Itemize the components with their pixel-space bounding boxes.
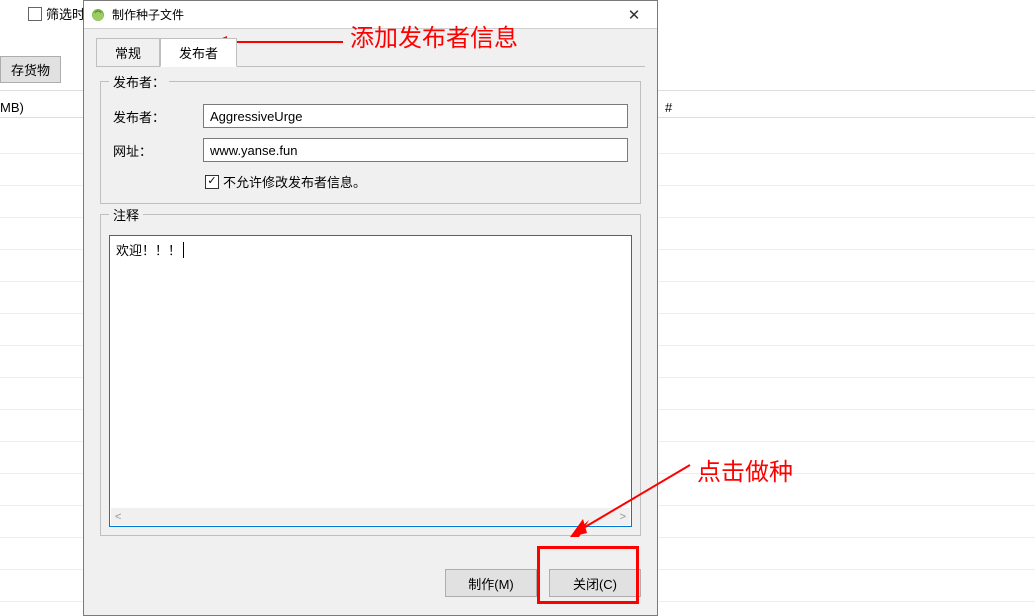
store-button[interactable]: 存货物 (0, 56, 61, 83)
col-hash-label: # (665, 100, 672, 115)
publisher-name-label: 发布者： (113, 107, 189, 126)
close-button-label: 关闭(C) (573, 574, 617, 593)
make-button[interactable]: 制作(M) (445, 569, 537, 597)
create-torrent-dialog: 制作种子文件 ✕ 常规 发布者 发布者： 发布者： 网址： ✓ 不允许修改发布者… (83, 0, 658, 616)
tab-publisher-label: 发布者 (179, 46, 218, 61)
lock-publisher-checkbox[interactable]: ✓ 不允许修改发布者信息。 (205, 172, 628, 191)
publisher-legend: 发布者： (109, 72, 169, 91)
comment-textarea[interactable]: 欢迎！！！ < > (109, 235, 632, 527)
publisher-name-input[interactable] (203, 104, 628, 128)
scroll-right-icon: > (620, 511, 626, 523)
store-button-label: 存货物 (11, 63, 50, 78)
publisher-url-input[interactable] (203, 138, 628, 162)
text-caret-icon (183, 242, 184, 258)
col-size-label: MB) (0, 100, 24, 115)
publisher-name-row: 发布者： (113, 104, 628, 128)
tab-general-label: 常规 (115, 46, 141, 61)
scroll-left-icon: < (115, 511, 121, 523)
filter-checkbox[interactable]: 筛选时 (28, 4, 85, 23)
tab-panel-publisher: 发布者： 发布者： 网址： ✓ 不允许修改发布者信息。 注释 欢迎！！！ (84, 67, 657, 552)
publisher-fieldset: 发布者： 发布者： 网址： ✓ 不允许修改发布者信息。 (100, 81, 641, 204)
tabs: 常规 发布者 (96, 37, 657, 66)
dialog-buttons: 制作(M) 关闭(C) (445, 569, 641, 597)
lock-publisher-label: 不允许修改发布者信息。 (223, 172, 366, 191)
close-button[interactable]: 关闭(C) (549, 569, 641, 597)
close-icon[interactable]: ✕ (611, 1, 657, 29)
publisher-url-row: 网址： (113, 138, 628, 162)
app-icon (90, 7, 106, 23)
make-button-label: 制作(M) (468, 574, 514, 593)
checkbox-box-icon (28, 7, 42, 21)
horizontal-scrollbar[interactable]: < > (111, 508, 630, 525)
publisher-url-label: 网址： (113, 141, 189, 160)
comment-legend: 注释 (109, 205, 143, 224)
comment-fieldset: 注释 欢迎！！！ < > (100, 214, 641, 536)
titlebar: 制作种子文件 ✕ (84, 1, 657, 29)
checkmark-icon: ✓ (205, 175, 219, 189)
filter-checkbox-label: 筛选时 (46, 4, 85, 23)
tab-general[interactable]: 常规 (96, 38, 160, 67)
tab-publisher[interactable]: 发布者 (160, 38, 237, 67)
comment-value: 欢迎！！！ (116, 240, 181, 259)
dialog-title: 制作种子文件 (112, 6, 184, 23)
